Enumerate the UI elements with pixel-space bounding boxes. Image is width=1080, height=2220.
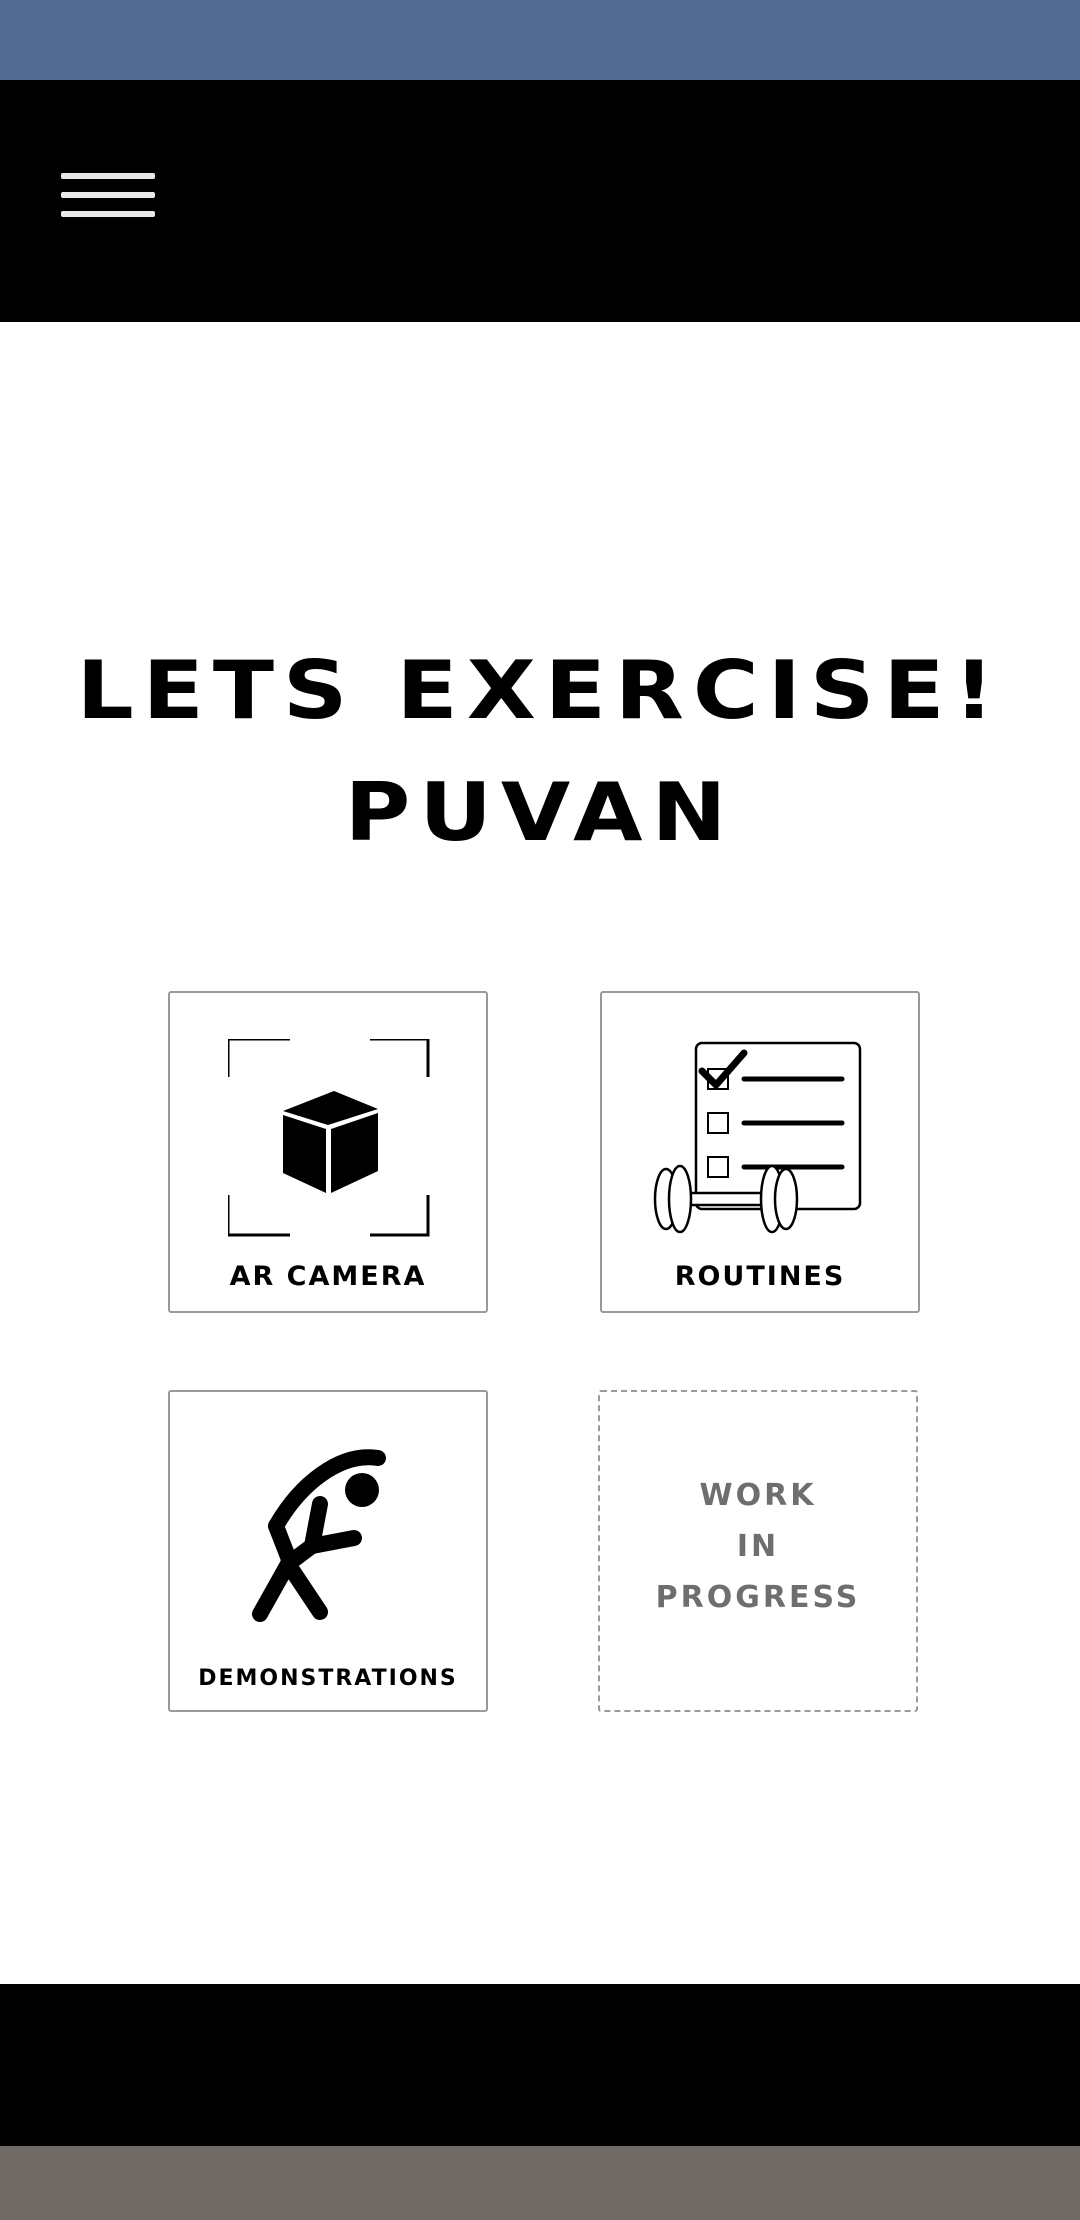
tile-label: ROUTINES bbox=[674, 1261, 846, 1292]
demonstrations-tile[interactable]: DEMONSTRATIONS bbox=[168, 1390, 488, 1712]
tile-label: DEMONSTRATIONS bbox=[198, 1666, 458, 1691]
greeting-user-name: PUVAN bbox=[344, 766, 736, 859]
stretching-person-icon bbox=[252, 1449, 386, 1622]
status-bar bbox=[0, 0, 1080, 80]
greeting-line-1: LETS EXERCISE! bbox=[76, 644, 1004, 737]
greeting-heading: LETS EXERCISE! PUVAN bbox=[0, 630, 1080, 874]
ar-cube-icon bbox=[228, 1039, 430, 1237]
routines-tile[interactable]: ROUTINES bbox=[600, 991, 920, 1313]
work-in-progress-tile: WORK IN PROGRESS bbox=[598, 1390, 918, 1712]
ar-camera-tile[interactable]: AR CAMERA bbox=[168, 991, 488, 1313]
tile-label: AR CAMERA bbox=[229, 1261, 427, 1292]
bottom-bar bbox=[0, 1984, 1080, 2146]
work-in-progress-label: WORK IN PROGRESS bbox=[655, 1478, 861, 1615]
checklist-dumbbell-icon bbox=[653, 1041, 862, 1234]
hamburger-menu-icon[interactable] bbox=[52, 160, 162, 230]
system-navigation-bar bbox=[0, 2146, 1080, 2220]
app-bar bbox=[0, 80, 1080, 322]
